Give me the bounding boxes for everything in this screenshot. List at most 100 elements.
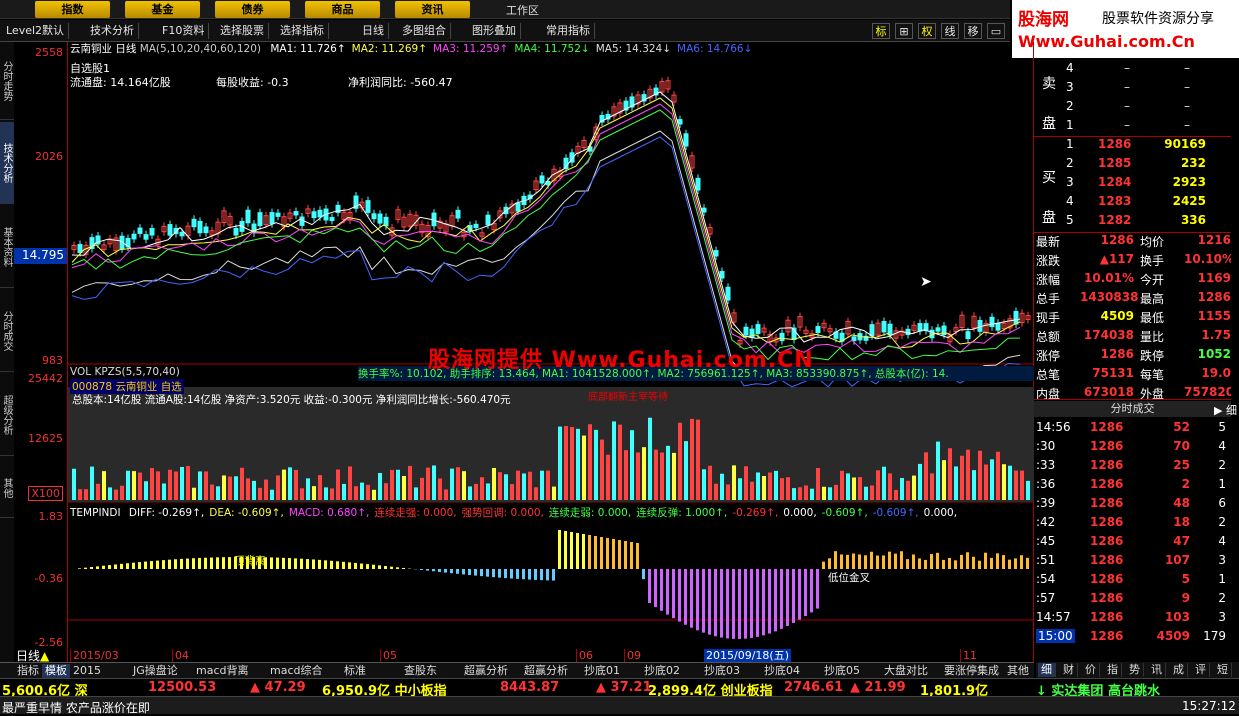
ytick-price-mid: 2026 (35, 150, 63, 163)
tb-rights-button[interactable]: 权 (918, 23, 936, 39)
candle-body (234, 228, 238, 235)
trade-count: 3 (1202, 553, 1226, 567)
tb-f10[interactable]: F10资料 (158, 23, 209, 39)
trade-price: 1286 (1090, 553, 1123, 567)
indicator-tab-5[interactable]: macd综合 (267, 664, 326, 678)
indicator-tab-1[interactable]: 模板 (42, 664, 70, 678)
vtab-technical[interactable]: 技术分析 (0, 122, 14, 204)
period-label[interactable]: 日线▲ (14, 647, 67, 662)
indicator-tab-9[interactable]: 超赢分析 (521, 664, 571, 678)
indicator-tab-13[interactable]: 抄底04 (761, 664, 803, 678)
news-headline[interactable]: 最严重早情 农产品涨价在即 (2, 699, 150, 716)
macd-header: TEMPINDI DIFF: -0.269↑,DEA: -0.609↑,MACD… (70, 505, 957, 520)
indicator-tab-4[interactable]: macd背离 (193, 664, 252, 678)
right-tab-2[interactable]: 价 (1082, 663, 1100, 677)
workspace-label[interactable]: 工作区 (506, 2, 539, 18)
macd-bar (540, 569, 543, 580)
nav-news[interactable]: 资讯 (395, 1, 470, 18)
macd-bar (84, 568, 87, 569)
macd-bar (474, 569, 477, 576)
ticker-item-4[interactable]: 8443.87 (500, 680, 559, 695)
volume-bar (528, 472, 532, 500)
ticker-item-2[interactable]: ▲ 47.29 (250, 680, 306, 695)
ticker-item-5[interactable]: ▲ 37.21 (596, 680, 652, 695)
vtab-fundamental[interactable]: 基本资料 (0, 206, 14, 288)
macd-values: DIFF: -0.269↑,DEA: -0.609↑,MACD: 0.680↑,… (124, 507, 957, 519)
nav-index[interactable]: 指数 (35, 1, 110, 18)
buy-volume: 2425 (1164, 194, 1206, 208)
right-tab-6[interactable]: 成 (1170, 663, 1188, 677)
right-tab-8[interactable]: 短 (1214, 663, 1232, 677)
buy-row: 51282336 (1034, 213, 1231, 232)
trades-detail-button[interactable]: ▶ 细 (1214, 402, 1237, 418)
macd-bar (936, 553, 939, 569)
tb-line-button[interactable]: 线 (941, 23, 959, 39)
tb-window-button[interactable]: ▭ (987, 23, 1005, 39)
volume-bar (396, 470, 400, 500)
nav-commodity[interactable]: 商品 (305, 1, 380, 18)
indicator-tab-3[interactable]: JG操盘论 (130, 664, 181, 678)
indicator-tab-10[interactable]: 抄底01 (581, 664, 623, 678)
tb-grid-button[interactable]: ⊞ (895, 23, 913, 39)
ticker-item-8[interactable]: ▲ 21.99 (850, 680, 906, 695)
volume-bar (822, 487, 826, 500)
trade-price: 1286 (1090, 610, 1123, 624)
volume-bar (510, 484, 514, 500)
macd-bar (192, 558, 195, 569)
vtab-super-analysis[interactable]: 超级分析 (0, 374, 14, 456)
indicator-tab-12[interactable]: 抄底03 (701, 664, 743, 678)
right-tab-3[interactable]: 指 (1104, 663, 1122, 677)
macd-bar (372, 565, 375, 569)
tb-select-stock[interactable]: 选择股票 (216, 23, 269, 39)
buy-volume: 2923 (1164, 175, 1206, 189)
stat-row: 涨停1286跌停1052 (1034, 347, 1231, 366)
right-tab-7[interactable]: 评 (1192, 663, 1210, 677)
ytick-vol-mid: 12625 (28, 432, 63, 445)
vtab-other[interactable]: 其他 (0, 458, 14, 518)
indicator-tab-15[interactable]: 大盘对比 (881, 664, 931, 678)
right-tab-1[interactable]: 财 (1060, 663, 1078, 677)
macd-bar (960, 555, 963, 569)
tb-technical-analysis[interactable]: 技术分析 (86, 23, 139, 39)
tb-overlay[interactable]: 图形叠加 (468, 23, 521, 39)
vtab-trades[interactable]: 分时成交 (0, 290, 14, 372)
indicator-tab-0[interactable]: 指标 (14, 664, 42, 678)
nav-bond[interactable]: 债券 (215, 1, 290, 18)
indicator-tab-8[interactable]: 超赢分析 (461, 664, 511, 678)
stat-value: 1286 (1080, 347, 1134, 361)
ma-line-2 (72, 98, 1020, 348)
trade-count: 5 (1202, 420, 1226, 434)
macd-bar (666, 569, 669, 615)
macd-bar (78, 568, 81, 569)
ticker-item-1[interactable]: 12500.53 (148, 680, 216, 695)
indicator-tab-17[interactable]: 其他 (1004, 664, 1032, 678)
tb-mark-button[interactable]: 标 (872, 23, 890, 39)
indicator-tab-11[interactable]: 抄底02 (641, 664, 683, 678)
right-tab-4[interactable]: 势 (1126, 663, 1144, 677)
indicator-tab-2[interactable]: 2015 (70, 664, 104, 678)
macd-bar (600, 537, 603, 569)
tb-multi-chart[interactable]: 多图组合 (398, 23, 451, 39)
ma-line-3 (72, 104, 1020, 353)
macd-item-7: -0.269↑, (732, 507, 778, 519)
tb-select-indicator[interactable]: 选择指标 (276, 23, 329, 39)
volume-bar (708, 466, 712, 500)
tb-move-button[interactable]: 移 (964, 23, 982, 39)
kline-chart-area[interactable]: 云南铜业 日线 MA(5,10,20,40,60,120) MA1: 11.72… (68, 42, 1034, 662)
vtab-intraday[interactable]: 分时走势 (0, 42, 14, 120)
stat-label: 换手 (1140, 252, 1164, 269)
right-tab-0[interactable]: 细 (1038, 663, 1056, 677)
tb-common-indicator[interactable]: 常用指标 (542, 23, 595, 39)
volume-bar (726, 484, 730, 500)
right-tab-5[interactable]: 讯 (1148, 663, 1166, 677)
tb-level2-default[interactable]: Level2默认 (2, 23, 69, 39)
indicator-tab-7[interactable]: 查股东 (401, 664, 440, 678)
macd-bar (552, 569, 555, 581)
ticker-item-7[interactable]: 2746.61 (784, 680, 843, 695)
sell-price: – (1124, 80, 1130, 94)
indicator-tab-6[interactable]: 标准 (341, 664, 369, 678)
indicator-tab-16[interactable]: 要涨停集成 (941, 664, 1002, 678)
indicator-tab-14[interactable]: 抄底05 (821, 664, 863, 678)
nav-fund[interactable]: 基金 (125, 1, 200, 18)
tb-period-daily[interactable]: 日线 (358, 23, 389, 39)
